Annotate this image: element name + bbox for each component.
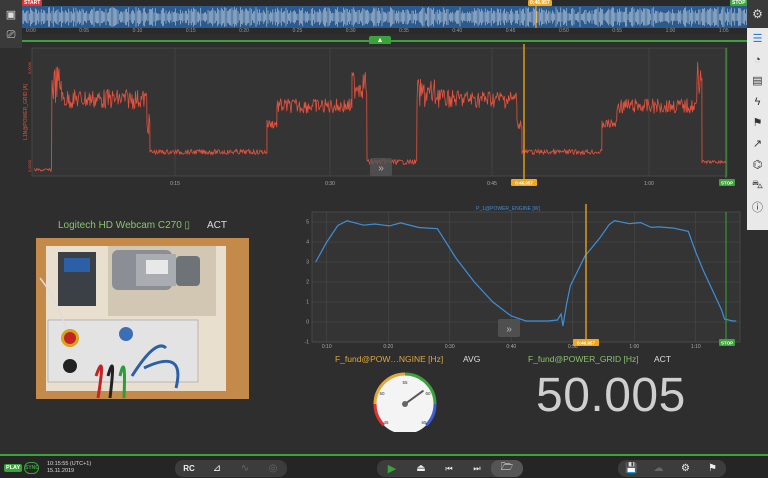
save-icon[interactable]: 💾 [618,460,645,477]
flag-icon[interactable]: ⚑ [750,115,765,130]
fast-forward-icon-2: » [506,324,512,335]
overview-tick: 0:15 [185,28,196,34]
rc-button[interactable]: RC [175,460,203,477]
chart2-ytick: 3 [306,260,309,266]
document-icon[interactable]: ▤ [750,73,765,88]
overview-tick: 0:40 [452,28,463,34]
chart2-ytick: 0 [306,320,309,326]
overview-tick: 0:10 [132,28,143,34]
chart2-ytick: 2 [306,280,309,286]
target-icon[interactable]: ◎ [259,460,287,477]
file-tool-group: 💾 ☁ ⚙ ⚑ [618,460,726,477]
car-icon[interactable]: ⛍ [750,178,765,193]
clock: 10:15:55 (UTC+1) 15.11.2019 [47,461,91,475]
chart2-xtick: 0:20 [383,344,393,350]
overview-tick: 0:50 [559,28,569,34]
chart2-xtick: 1:00 [629,344,639,350]
measure-angle-icon[interactable]: ⊿ [203,460,231,477]
overview-tick: 1:00 [665,28,676,34]
chart2-xtick: 1:10 [691,344,701,350]
left-toolbar: ▣ ⎚ [0,0,22,48]
gauge-tick: 55 [402,380,408,385]
speedometer-icon[interactable]: ◔ [750,52,765,67]
engine-frequency-mode: AVG [463,354,481,364]
hierarchy-icon[interactable]: ⌬ [750,157,765,172]
top-chart-xtick: 0:45 [487,181,497,187]
current-recorder-chart[interactable]: L1N@POWER_GRID [A] 0,0000 0,0000 » 0:15 … [22,44,747,190]
tiles-icon[interactable]: ▣ [3,6,19,22]
monitor-icon[interactable]: ⎚ [3,27,19,43]
clock-time: 10:15:55 (UTC+1) [47,461,92,467]
chart2-xtick: 0:10 [322,344,332,350]
fast-forward-icon: » [378,163,384,174]
chart2-ytick: 4 [306,240,309,246]
chart2-cursor-label: 0:46.957 [577,341,595,346]
top-chart-cursor-label: 0:46.957 [515,181,533,186]
chart2-ytick: -1 [305,340,310,346]
flag-icon[interactable]: ⚑ [699,460,726,477]
gear-icon[interactable]: ⚙ [672,460,699,477]
chart2-ytick: 1 [306,300,309,306]
gauge-tick: 65 [421,420,427,425]
skip-forward-icon[interactable]: ⏭ [463,460,491,477]
list-icon[interactable]: ☰ [750,31,765,46]
overview-tick: 0:05 [79,28,90,34]
overview-tick: 0:20 [239,28,249,34]
overview-tick: 0:35 [399,28,409,34]
gauge-tick: 50 [379,391,385,396]
chart2-ytick: 5 [306,220,309,226]
top-chart-stop-label: STOP [721,181,733,186]
webcam-title: Logitech HD Webcam C270 ▯ [58,220,191,231]
webcam-feed[interactable] [36,238,249,399]
curve-icon[interactable]: ∿ [231,460,259,477]
top-chart-ytick: 0,0000 [27,61,32,74]
grid-frequency-label: F_fund@POWER_GRID [Hz] [528,354,639,364]
overview-tick: 0:55 [612,28,623,34]
engine-frequency-gauge[interactable]: 45 50 55 60 65 [366,368,444,432]
dewesoft-app: ▣ ⎚ START 0:46.957 STOP 0:00 0:05 0:10 0:15… [0,0,768,478]
top-chart-xtick: 1:00 [644,181,654,187]
grid-frequency-value: 50.005 [536,369,686,422]
chart2-stop-label: STOP [721,341,733,346]
sync-status-badge[interactable]: SYNC [24,462,39,474]
bottom-toolbar: PLAY SYNC 10:15:55 (UTC+1) 15.11.2019 RC… [0,454,768,478]
chart2-xtick: 0:30 [445,344,455,350]
right-sidebar: ☰ ◔ ▤ ϟ ⚑ ↗ ⌬ ⛍ ⓘ [747,28,768,230]
eject-icon[interactable]: ⏏ [407,460,435,477]
overview-strip[interactable]: START 0:46.957 STOP 0:00 0:05 0:10 0:15 0:20… [22,0,748,34]
top-chart-ylabel: L1N@POWER_GRID [A] [23,83,29,140]
overview-tick: 0:00 [26,28,36,34]
overview-tick: 0:25 [292,28,303,34]
chart2-xtick: 0:40 [506,344,516,350]
overview-waveform [22,6,747,28]
settings-button[interactable]: ⚙ [747,0,768,28]
webcam-mode: ACT [207,220,227,231]
analysis-tool-group: RC ⊿ ∿ ◎ [175,460,287,477]
chart-title: P_1@POWER_ENGINE [W] [476,206,540,212]
playback-group: ▶ ⏏ ⏮ ⏭ 🗁 [377,460,523,477]
skip-back-icon[interactable]: ⏮ [435,460,463,477]
power-engine-chart[interactable]: P_1@POWER_ENGINE [W] -1 0 1 2 3 4 5 0:10 0:20 0:… [298,204,743,350]
play-icon[interactable]: ▶ [377,460,407,477]
gauge-tick: 60 [425,391,431,396]
share-icon[interactable]: ↗ [750,136,765,151]
info-icon[interactable]: ⓘ [750,199,765,214]
overview-tick: 1:05 [718,28,729,34]
cloud-icon[interactable]: ☁ [645,460,672,477]
engine-frequency-label: F_fund@POW…NGINE [Hz] [335,354,444,364]
top-chart-xtick: 0:30 [325,181,335,187]
grid-frequency-mode: ACT [654,354,671,364]
top-chart-ytick: 0,0000 [27,159,32,172]
overview-tick: 0:45 [505,28,516,34]
clock-date: 15.11.2019 [47,468,75,474]
lightning-icon[interactable]: ϟ [750,94,765,109]
top-chart-xtick: 0:15 [170,181,180,187]
gauge-tick: 45 [383,420,389,425]
play-status-badge: PLAY [4,464,23,472]
overview-tick: 0:30 [345,28,356,34]
open-folder-icon[interactable]: 🗁 [491,460,523,477]
overview-time-axis: 0:00 0:05 0:10 0:15 0:20 0:25 0:30 0:35 0:40 0:45… [22,28,747,34]
